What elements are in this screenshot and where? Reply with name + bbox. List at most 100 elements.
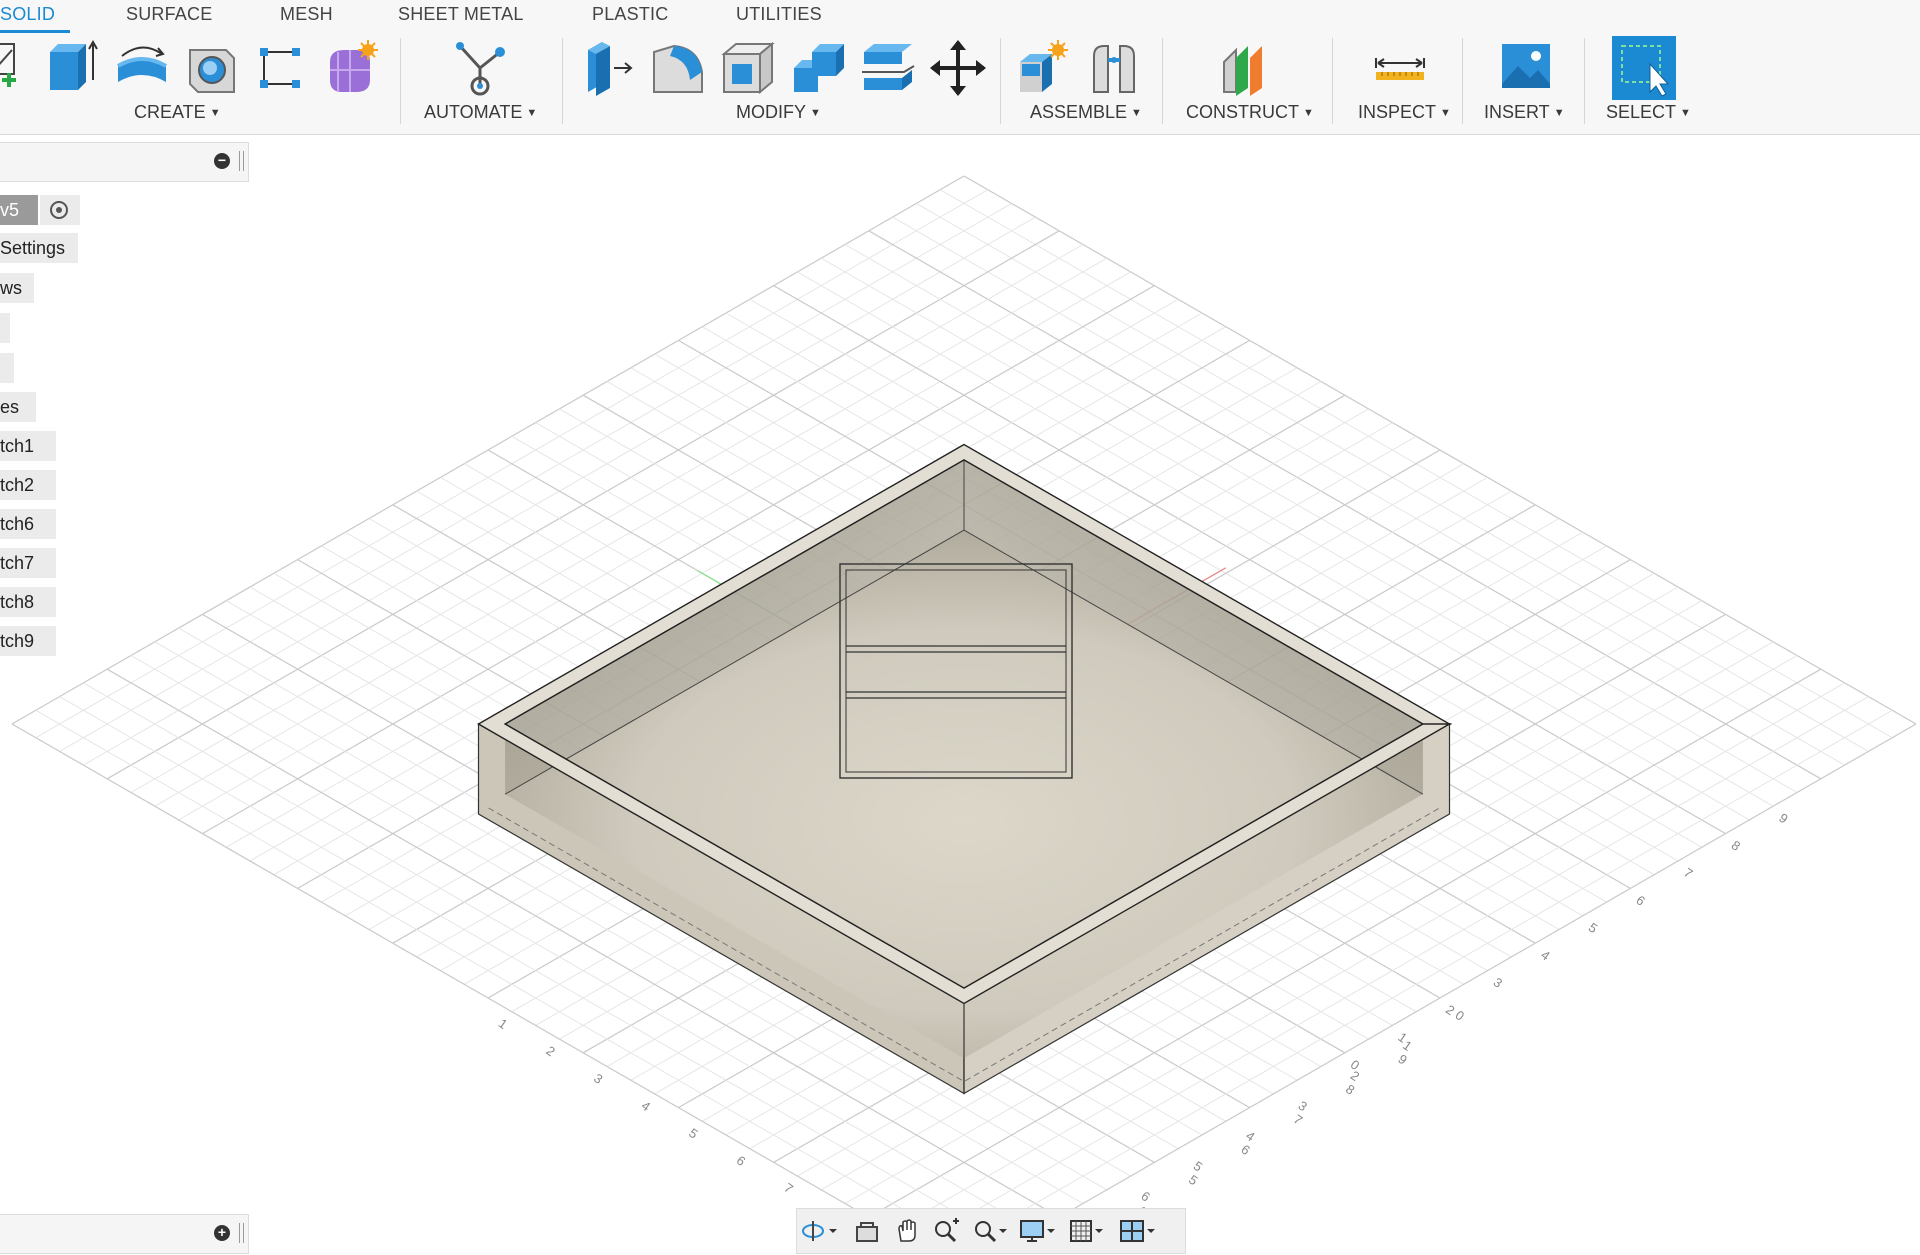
tab-utilities[interactable]: UTILITIES: [736, 4, 822, 25]
move-icon[interactable]: [930, 38, 986, 98]
expand-icon[interactable]: +: [214, 1225, 230, 1241]
insert-image-icon[interactable]: [1498, 38, 1554, 98]
tab-solid[interactable]: SOLID: [0, 4, 55, 25]
grid-settings-icon[interactable]: [1067, 1217, 1107, 1245]
divider: [562, 38, 563, 124]
modify-menu[interactable]: MODIFY ▼: [736, 102, 821, 123]
extrude-icon[interactable]: [44, 38, 100, 98]
toolbar: SOLID SURFACE MESH SHEET METAL PLASTIC U…: [0, 0, 1920, 135]
create-form-icon[interactable]: [324, 38, 380, 98]
inspect-menu[interactable]: INSPECT ▼: [1358, 102, 1451, 123]
inspect-label: INSPECT: [1358, 102, 1437, 122]
split-body-icon[interactable]: [860, 38, 916, 98]
measure-icon[interactable]: [1372, 38, 1428, 98]
hole-icon[interactable]: [184, 38, 240, 98]
joint-icon[interactable]: [1086, 38, 1142, 98]
revolve-icon[interactable]: [114, 38, 170, 98]
combine-icon[interactable]: [790, 38, 846, 98]
assemble-label: ASSEMBLE: [1030, 102, 1128, 122]
grid-label: 9: [1395, 1051, 1410, 1067]
tab-plastic[interactable]: PLASTIC: [592, 4, 668, 25]
chevron-down-icon: ▼: [1440, 107, 1451, 119]
pattern-icon[interactable]: [254, 38, 310, 98]
browser-item-sketch6[interactable]: tch6: [0, 509, 56, 539]
divider: [1000, 38, 1001, 124]
tab-mesh[interactable]: MESH: [280, 4, 333, 25]
browser-item-sketch7[interactable]: tch7: [0, 548, 56, 578]
create-label: CREATE: [134, 102, 206, 122]
construct-label: CONSTRUCT: [1186, 102, 1299, 122]
chevron-down-icon: ▼: [1553, 107, 1565, 119]
collapse-icon[interactable]: −: [214, 153, 230, 169]
create-sketch-icon[interactable]: [0, 38, 42, 98]
grid-label: 6: [1633, 892, 1648, 908]
browser-panel-header[interactable]: −: [0, 142, 249, 182]
insert-menu[interactable]: INSERT ▼: [1484, 102, 1565, 123]
chevron-down-icon: ▼: [209, 107, 221, 119]
grid-label: 7: [1681, 865, 1696, 881]
grid-label: 8: [1343, 1081, 1358, 1097]
browser-item-sketch2[interactable]: tch2: [0, 470, 56, 500]
grid-label: 3: [1491, 974, 1506, 990]
grid-label: 5: [1186, 1172, 1201, 1188]
divider: [1584, 38, 1585, 124]
automate-icon[interactable]: [452, 38, 508, 98]
grid-label: 5: [1586, 920, 1601, 936]
browser-document-name[interactable]: v5: [0, 195, 38, 225]
activate-radio-icon[interactable]: [40, 195, 80, 225]
browser-item-sketch8[interactable]: tch8: [0, 587, 56, 617]
pan-icon[interactable]: [889, 1217, 929, 1245]
canvas-viewport[interactable]: 9876543210123456789012345678123456789: [0, 134, 1920, 1255]
shell-icon[interactable]: [720, 38, 776, 98]
browser-item-sketch1[interactable]: tch1: [0, 431, 56, 461]
fillet-icon[interactable]: [650, 38, 706, 98]
tab-surface[interactable]: SURFACE: [126, 4, 212, 25]
model-canvas[interactable]: 9876543210123456789012345678123456789: [0, 134, 1920, 1255]
grid-label: 8: [1729, 837, 1744, 853]
select-icon[interactable]: [1612, 36, 1676, 100]
press-pull-icon[interactable]: [580, 38, 636, 98]
grid-label: 4: [639, 1098, 654, 1114]
insert-label: INSERT: [1484, 102, 1550, 122]
display-settings-icon[interactable]: [1017, 1217, 1057, 1245]
browser-item-sketch9[interactable]: tch9: [0, 626, 56, 656]
new-component-icon[interactable]: [1016, 38, 1072, 98]
orbit-icon[interactable]: [799, 1217, 839, 1245]
panel-grip-icon[interactable]: [239, 1223, 244, 1243]
panel-grip-icon[interactable]: [239, 151, 244, 171]
chevron-down-icon: ▼: [1131, 107, 1142, 119]
comments-panel-header[interactable]: +: [0, 1214, 249, 1254]
grid-label: 5: [1191, 1158, 1206, 1174]
browser-item[interactable]: [0, 353, 14, 383]
zoom-icon[interactable]: [927, 1217, 967, 1245]
construct-menu[interactable]: CONSTRUCT ▼: [1186, 102, 1314, 123]
browser-item-bodies[interactable]: es: [0, 392, 36, 422]
browser-item[interactable]: [0, 313, 10, 343]
automate-menu[interactable]: AUTOMATE ▼: [424, 102, 537, 123]
box-inner-floor: [505, 530, 1423, 1059]
tab-sheet-metal[interactable]: SHEET METAL: [398, 4, 524, 25]
chevron-down-icon: ▼: [1303, 107, 1314, 119]
workspace-tabs: SOLID SURFACE MESH SHEET METAL PLASTIC U…: [0, 0, 1920, 33]
zoom-window-icon[interactable]: [969, 1217, 1009, 1245]
navigation-bar: [796, 1208, 1186, 1254]
select-menu[interactable]: SELECT ▼: [1606, 102, 1691, 123]
create-menu[interactable]: CREATE ▼: [134, 102, 221, 123]
grid-label: 1: [496, 1016, 511, 1032]
grid-label: 6: [1138, 1188, 1153, 1204]
grid-label: 6: [734, 1153, 749, 1169]
browser-item-views[interactable]: ws: [0, 273, 34, 303]
grid-label: 6: [1238, 1142, 1253, 1158]
grid-label: 5: [686, 1125, 701, 1141]
look-at-icon[interactable]: [849, 1217, 889, 1245]
viewports-icon[interactable]: [1117, 1217, 1157, 1245]
grid-label: 7: [781, 1180, 796, 1196]
assemble-menu[interactable]: ASSEMBLE ▼: [1030, 102, 1142, 123]
browser-item-settings[interactable]: Settings: [0, 233, 78, 263]
box-body[interactable]: [477, 443, 1453, 1095]
divider: [400, 38, 401, 124]
grid-label: 3: [1295, 1098, 1310, 1114]
select-label: SELECT: [1606, 102, 1677, 122]
plane-icon[interactable]: [1220, 38, 1276, 98]
modify-label: MODIFY: [736, 102, 806, 122]
